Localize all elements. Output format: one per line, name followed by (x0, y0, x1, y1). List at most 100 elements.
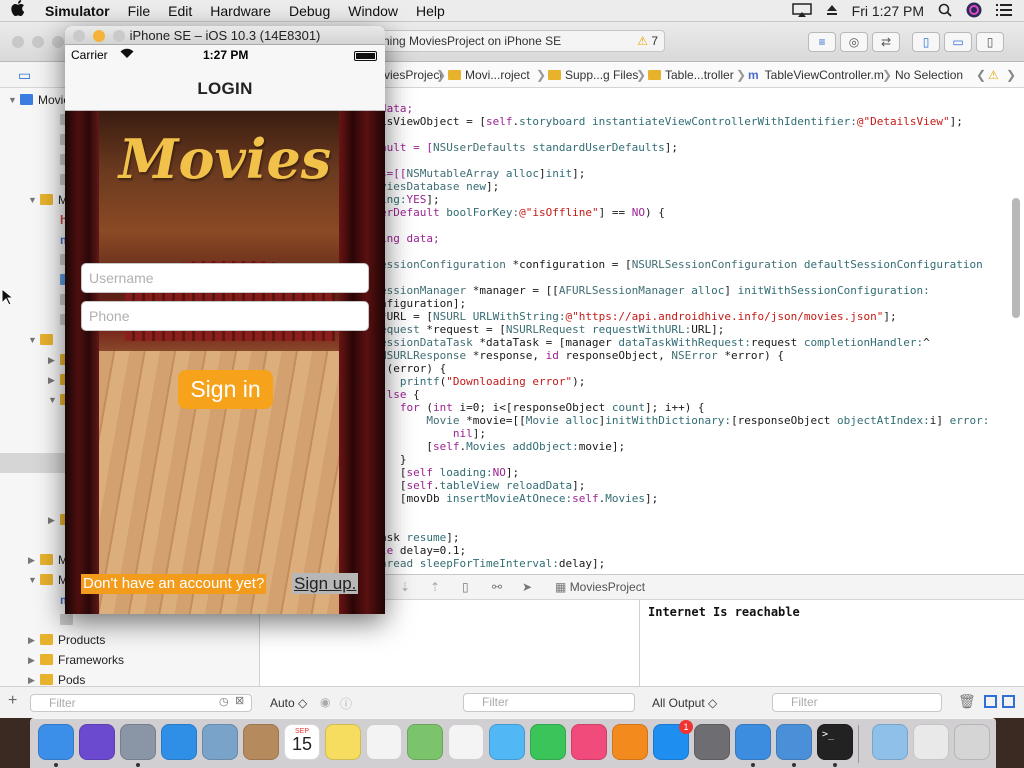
breadcrumb-project[interactable]: viesProject (384, 68, 443, 82)
editor-scrollbar[interactable] (1012, 198, 1020, 318)
menu-simulator[interactable]: Simulator (36, 3, 119, 19)
sim-zoom-button[interactable] (113, 30, 125, 42)
document-stack-icon[interactable] (913, 724, 949, 760)
disclosure-triangle-icon[interactable]: ▼ (28, 330, 37, 350)
reminders-icon[interactable] (366, 724, 402, 760)
siri-menubar-icon[interactable] (966, 2, 982, 21)
menu-hardware[interactable]: Hardware (201, 3, 280, 19)
step-in-icon[interactable]: ⇡ (430, 580, 440, 594)
show-variables-icon[interactable] (984, 695, 997, 708)
xcode-icon[interactable] (735, 724, 771, 760)
previous-issue-icon[interactable]: ❮ (976, 68, 986, 82)
breadcrumb-file[interactable]: m TableViewController.m (748, 68, 884, 82)
console-output-select[interactable]: All Output ◇ (652, 696, 717, 710)
simulate-location-icon[interactable]: ➤ (522, 580, 532, 594)
launchpad-icon[interactable] (120, 724, 156, 760)
itunes-icon[interactable] (571, 724, 607, 760)
trash-console-icon[interactable]: 🗑 (958, 693, 976, 710)
apple-menu-icon[interactable] (0, 0, 36, 21)
username-field[interactable]: Username (81, 263, 369, 293)
disclosure-triangle-icon[interactable]: ▼ (28, 190, 37, 210)
messages-icon[interactable] (489, 724, 525, 760)
trash-icon[interactable] (954, 724, 990, 760)
toggle-utilities-icon[interactable]: ▯ (976, 32, 1004, 52)
console-output[interactable]: Internet Is reachable (641, 600, 1024, 690)
code-line: (error) { (380, 362, 447, 375)
downloads-icon[interactable] (872, 724, 908, 760)
notification-center-icon[interactable] (996, 3, 1012, 19)
console-filter-input[interactable]: Filter (772, 693, 942, 712)
menu-edit[interactable]: Edit (159, 3, 201, 19)
photos-icon[interactable] (448, 724, 484, 760)
eject-icon[interactable] (826, 3, 838, 19)
facetime-icon[interactable] (530, 724, 566, 760)
debug-target[interactable]: ▦ MoviesProject (555, 580, 645, 594)
close-button[interactable] (12, 36, 24, 48)
disclosure-triangle-icon[interactable]: ▼ (8, 90, 17, 110)
zoom-button[interactable] (52, 36, 64, 48)
sim-close-button[interactable] (73, 30, 85, 42)
simulator-icon[interactable] (776, 724, 812, 760)
navigator-row[interactable]: ▶ Frameworks (0, 650, 259, 670)
preview-icon[interactable] (202, 724, 238, 760)
simulator-title-bar[interactable]: iPhone SE – iOS 10.3 (14E8301) (65, 26, 385, 45)
version-editor-icon[interactable]: ⇄ (872, 32, 900, 52)
recent-files-icon[interactable]: ◷ (219, 695, 229, 708)
disclosure-triangle-icon[interactable]: ▶ (48, 510, 55, 530)
disclosure-triangle-icon[interactable]: ▶ (28, 650, 35, 670)
code-line: NSURLResponse *response, id responseObje… (380, 349, 784, 362)
airplay-display-icon[interactable] (791, 2, 812, 20)
spotlight-search-icon[interactable] (938, 3, 952, 20)
menu-help[interactable]: Help (407, 3, 454, 19)
menu-window[interactable]: Window (339, 3, 407, 19)
disclosure-triangle-icon[interactable]: ▶ (28, 550, 35, 570)
phone-field[interactable]: Phone (81, 301, 369, 331)
menu-file[interactable]: File (119, 3, 160, 19)
notes-icon[interactable] (325, 724, 361, 760)
disclosure-triangle-icon[interactable]: ▶ (48, 350, 55, 370)
disclosure-triangle-icon[interactable]: ▼ (28, 570, 37, 590)
memory-graph-icon[interactable]: ⚯ (492, 580, 502, 594)
breadcrumb-group-1[interactable]: Movi...roject (448, 68, 530, 82)
breadcrumb-selection[interactable]: No Selection (895, 68, 963, 82)
toggle-debug-area-icon[interactable]: ▭ (944, 32, 972, 52)
appstore-icon[interactable]: 1 (653, 720, 693, 760)
maps-icon[interactable] (407, 724, 443, 760)
auto-variables-select[interactable]: Auto ◇ (270, 696, 307, 710)
navigator-row[interactable]: ▶ Products (0, 630, 259, 650)
calendar-icon[interactable]: SEP 15 (284, 724, 320, 760)
variables-filter-input[interactable]: Filter (463, 693, 635, 712)
project-navigator-icon[interactable]: ▭ (18, 67, 31, 84)
assistant-editor-icon[interactable]: ◎ (840, 32, 868, 52)
standard-editor-icon[interactable]: ≡ (808, 32, 836, 52)
menu-debug[interactable]: Debug (280, 3, 339, 19)
sign-in-button[interactable]: Sign in (178, 370, 273, 409)
warning-count[interactable]: ⚠ 7 (637, 31, 658, 51)
debug-view-hierarchy-icon[interactable]: ▯ (462, 580, 469, 594)
terminal-icon[interactable]: >_ (817, 724, 853, 760)
siri-icon[interactable] (79, 724, 115, 760)
add-file-icon[interactable]: + (8, 692, 17, 710)
issue-warning-icon[interactable]: ⚠ (988, 68, 999, 82)
disclosure-triangle-icon[interactable]: ▼ (48, 390, 57, 410)
step-out-icon[interactable]: ⇣ (400, 580, 410, 594)
breadcrumb-group-2[interactable]: Supp...g Files (548, 68, 638, 82)
breadcrumb-group-3[interactable]: Table...troller (648, 68, 734, 82)
toggle-navigator-icon[interactable]: ▯ (912, 32, 940, 52)
show-console-icon[interactable] (1002, 695, 1015, 708)
minimize-button[interactable] (32, 36, 44, 48)
ibooks-icon[interactable] (612, 724, 648, 760)
next-issue-icon[interactable]: ❯ (1006, 68, 1016, 82)
info-icon[interactable]: ⓘ (340, 695, 352, 712)
safari-icon[interactable] (161, 724, 197, 760)
disclosure-triangle-icon[interactable]: ▶ (28, 630, 35, 650)
menubar-clock[interactable]: Fri 1:27 PM (852, 3, 924, 19)
sign-up-button[interactable]: Sign up. (292, 573, 359, 594)
disclosure-triangle-icon[interactable]: ▶ (48, 370, 55, 390)
system-preferences-icon[interactable] (694, 724, 730, 760)
quick-look-icon[interactable]: ◉ (320, 695, 330, 709)
source-control-filter-icon[interactable]: ⊠ (235, 694, 244, 707)
finder-icon[interactable] (38, 724, 74, 760)
contacts-icon[interactable] (243, 724, 279, 760)
sim-minimize-button[interactable] (93, 30, 105, 42)
